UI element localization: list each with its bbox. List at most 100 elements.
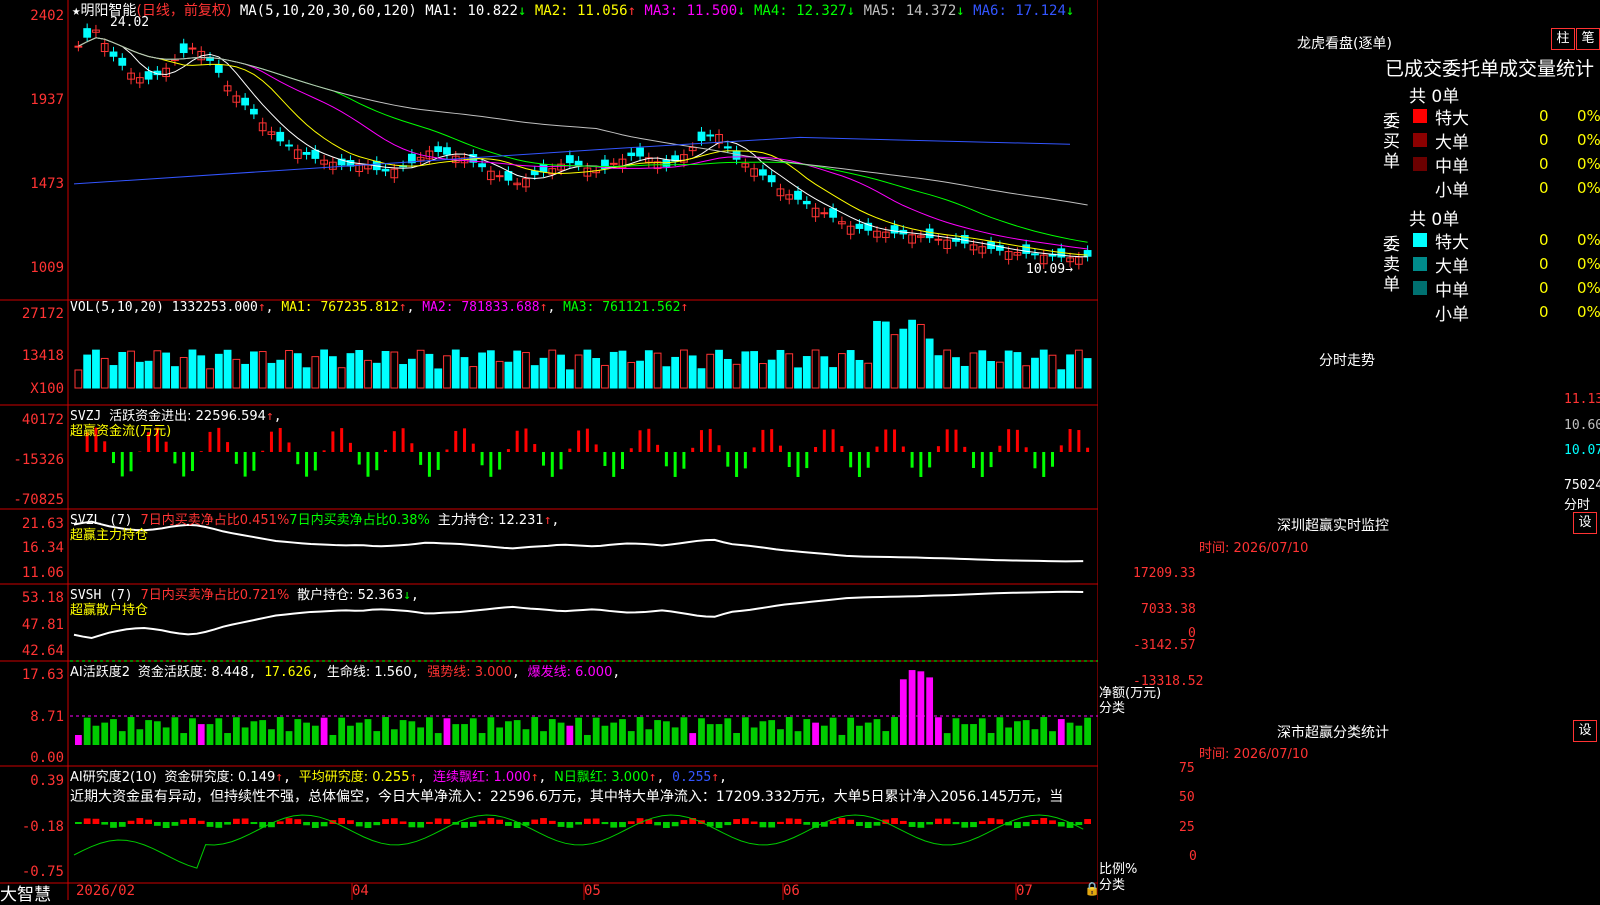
volume-bar <box>662 366 671 389</box>
buy-row-xl[interactable]: 特大 0 0% <box>1409 104 1600 129</box>
ma-line-10 <box>78 37 1088 256</box>
ai-research-t3: 连续飘红: 1.000 <box>432 770 531 785</box>
activity-bar <box>390 729 398 745</box>
activity-bar <box>812 722 819 745</box>
research-bar <box>856 822 863 826</box>
volume-bar <box>179 357 188 389</box>
tick-view-button[interactable]: 笔 <box>1576 28 1600 50</box>
time-axis-may: 05 <box>584 883 601 899</box>
research-bar <box>1049 820 1056 824</box>
buy-xl-name: 特大 <box>1435 109 1469 129</box>
volume-bar <box>548 349 557 389</box>
ai-activity-axis-1: 17.63 <box>21 667 64 683</box>
intraday-title[interactable]: 分时走势 <box>1319 350 1375 370</box>
bar-view-button[interactable]: 柱 <box>1551 28 1575 50</box>
svzl-t3: 主力持仓: 12.231 <box>437 513 544 528</box>
research-bar <box>724 822 732 826</box>
sell-m-value: 0 <box>1539 279 1549 297</box>
svzl-axis-2: 16.34 <box>21 540 64 556</box>
candle <box>74 45 83 48</box>
vol-axis-1: 27172 <box>21 306 64 322</box>
chart-canvas[interactable]: -13318.52散户-9278.08中户5387.27大户17209.33超大… <box>0 0 1098 900</box>
candle <box>83 28 92 38</box>
price-axis-2: 1937 <box>30 92 64 108</box>
class-xlabel: 分类 <box>1099 878 1126 893</box>
buy-row-l[interactable]: 大单 0 0% <box>1409 128 1600 153</box>
vol-label: VOL(5,10,20) <box>70 300 164 315</box>
research-bar <box>996 819 1004 824</box>
research-bar <box>1040 818 1048 824</box>
monitor-settings-button[interactable]: 设 <box>1573 512 1597 534</box>
volume-bar <box>153 350 162 389</box>
sell-s-name: 小单 <box>1435 305 1469 325</box>
research-bar <box>575 822 582 825</box>
volume-bar <box>100 357 109 389</box>
class-axis-3: 25 <box>1179 820 1195 835</box>
candle <box>302 151 311 155</box>
research-bar <box>838 818 846 824</box>
ma-arrow-5: ↓ <box>956 3 974 19</box>
candle <box>443 147 451 155</box>
activity-bar <box>548 719 556 745</box>
volume-bar <box>443 355 451 389</box>
research-bar <box>224 822 231 825</box>
candle <box>636 147 644 157</box>
activity-bar <box>873 719 881 745</box>
research-bar <box>426 821 433 824</box>
volume-bar <box>399 364 407 389</box>
volume-bar <box>135 361 144 389</box>
ma-values: MA1: 10.822↓ MA2: 11.056↑ MA3: 11.500↓ M… <box>425 3 1074 19</box>
volume-bar <box>776 349 785 389</box>
volume-bar <box>829 367 837 389</box>
activity-bar <box>180 733 188 745</box>
buy-m-value: 0 <box>1539 155 1549 173</box>
intraday-axis-1: 11.13 <box>1564 392 1600 407</box>
sell-l-value: 0 <box>1539 255 1549 273</box>
buy-row-m[interactable]: 中单 0 0% <box>1409 152 1600 177</box>
research-bar <box>935 818 942 824</box>
activity-bar <box>110 719 117 745</box>
sell-row-l[interactable]: 大单 0 0% <box>1409 252 1600 277</box>
ai-activity-label: AI活跃度2 <box>70 665 130 680</box>
sell-row-xl[interactable]: 特大 0 0% <box>1409 228 1600 253</box>
sell-row-m[interactable]: 中单 0 0% <box>1409 276 1600 301</box>
svzj-sep: , <box>273 409 282 424</box>
activity-bar <box>478 733 486 745</box>
ai-activity-header: AI活跃度2 资金活跃度: 8.448, 17.626, 生命线: 1.560,… <box>70 665 621 680</box>
volume-bar <box>618 350 627 389</box>
research-bar <box>162 822 170 828</box>
activity-bar <box>443 718 451 745</box>
research-bar <box>469 822 477 827</box>
volume-bar <box>407 358 416 389</box>
monitor-axis-4: -3142.57 <box>1133 638 1196 653</box>
vol-axis-2: 13418 <box>21 348 64 364</box>
activity-bar <box>355 722 363 745</box>
research-bar <box>382 819 389 824</box>
class-settings-button[interactable]: 设 <box>1573 720 1597 742</box>
volume-bar <box>697 368 706 389</box>
activity-bar <box>276 717 284 745</box>
volume-bar <box>109 365 118 389</box>
sell-l-name: 大单 <box>1435 257 1469 277</box>
activity-bar <box>461 724 468 745</box>
volume-bar <box>74 369 83 389</box>
research-bar <box>241 818 249 824</box>
activity-bar <box>75 735 82 745</box>
vol-header: VOL(5,10,20) 1332253.000↑, MA1: 767235.8… <box>70 300 689 315</box>
research-bar <box>215 822 223 828</box>
volume-bar <box>372 362 381 389</box>
sell-row-s[interactable]: 小单 0 0% <box>1409 300 1600 325</box>
research-bar <box>566 822 574 828</box>
svzl-sub: 超赢主力持仓 <box>70 528 149 543</box>
candle <box>434 146 443 152</box>
buy-row-s[interactable]: 小单 0 0% <box>1409 176 1600 201</box>
research-bar <box>785 818 793 824</box>
period-label[interactable]: (日线，前复权) <box>136 3 231 19</box>
activity-bar <box>540 731 547 745</box>
volume-bar <box>241 363 250 389</box>
volume-bar <box>934 355 943 389</box>
lock-icon[interactable]: 🔒 <box>1084 882 1100 897</box>
volume-bar <box>381 350 390 389</box>
vol-ma1: MA1: 767235.812 <box>281 300 399 315</box>
candle <box>574 160 583 166</box>
